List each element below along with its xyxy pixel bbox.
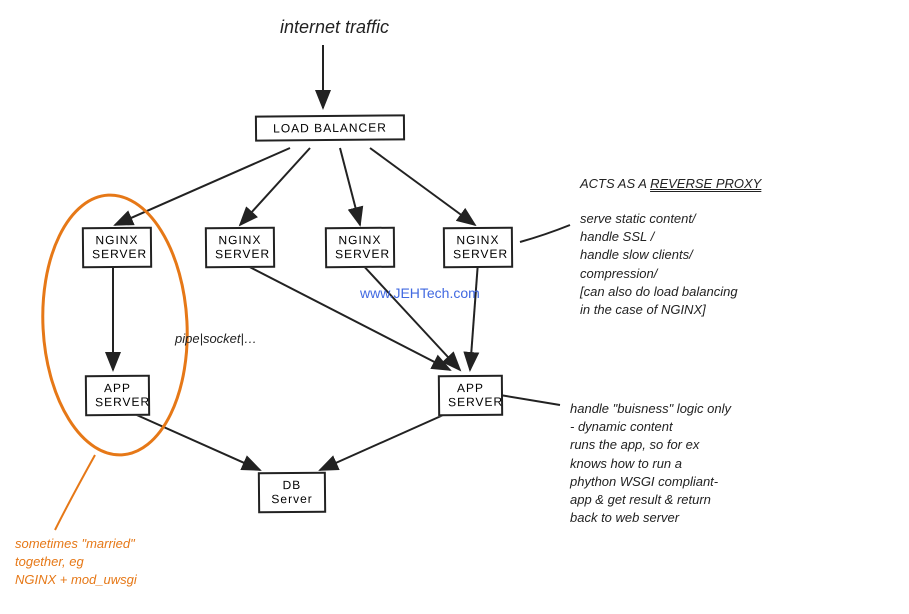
nginx-server-3: NGINX SERVER: [325, 227, 395, 268]
nginx-server-1: NGINX SERVER: [82, 227, 152, 268]
reverse-proxy-title: ACTS AS A REVERSE PROXY: [580, 175, 761, 193]
nginx-server-4: NGINX SERVER: [443, 227, 513, 268]
app-server-2: APP SERVER: [438, 375, 503, 416]
watermark: www.JEHTech.com: [360, 285, 480, 301]
db-server: DB Server: [258, 472, 326, 513]
title-label: internet traffic: [280, 15, 389, 40]
nginx-server-2: NGINX SERVER: [205, 227, 275, 268]
married-annotation: sometimes "married" together, eg NGINX +…: [15, 535, 137, 590]
edge-label-pipe-socket: pipe|socket|…: [175, 330, 257, 348]
app-server-annotation: handle "buisness" logic only - dynamic c…: [570, 400, 890, 527]
load-balancer-node: LOAD BALANCER: [255, 114, 405, 142]
app-server-1: APP SERVER: [85, 375, 150, 416]
reverse-proxy-body: serve static content/ handle SSL / handl…: [580, 210, 890, 319]
